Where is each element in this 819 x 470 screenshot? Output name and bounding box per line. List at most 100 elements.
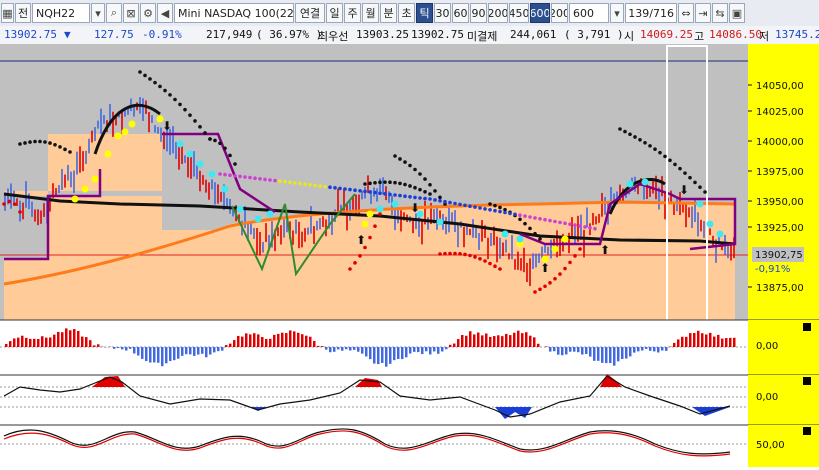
chevron-down-icon: ▾ bbox=[614, 7, 620, 20]
sar-dot-black bbox=[398, 157, 402, 161]
interval-200b[interactable]: 200 bbox=[551, 3, 568, 23]
histogram-bar-up bbox=[709, 333, 712, 347]
ma-dot bbox=[478, 206, 482, 210]
histogram-bar-up bbox=[37, 339, 40, 347]
histogram-bar-up bbox=[269, 339, 272, 347]
ma-dot bbox=[333, 186, 337, 190]
fit-button[interactable]: ⇆ bbox=[712, 3, 728, 23]
histogram-bar-up bbox=[681, 337, 684, 347]
symbol-input[interactable]: NQH22 bbox=[32, 3, 90, 23]
histogram-bar-up bbox=[513, 333, 516, 347]
sar-dot-red bbox=[448, 252, 452, 256]
sar-dot-black bbox=[648, 144, 652, 148]
histogram-bar-up bbox=[677, 339, 680, 347]
histogram-bar-down bbox=[581, 347, 584, 355]
tab-tick[interactable]: 틱 bbox=[416, 3, 433, 23]
sar-dot-black bbox=[638, 138, 642, 142]
sar-dot-red bbox=[498, 267, 502, 271]
sar-dot-black bbox=[523, 222, 527, 226]
histogram-bar-down bbox=[637, 347, 640, 351]
sar-dot-red bbox=[463, 253, 467, 257]
cyan-marker bbox=[187, 151, 194, 158]
sar-dot-black bbox=[683, 171, 687, 175]
symbol-dropdown-button[interactable]: ▾ bbox=[91, 3, 105, 23]
interval-60[interactable]: 60 bbox=[452, 3, 469, 23]
histogram-bar-up bbox=[497, 335, 500, 347]
sar-dot-red bbox=[358, 254, 362, 258]
interval-dropdown-button[interactable]: ▾ bbox=[610, 3, 624, 23]
chart-svg[interactable]: ⬇ ⬇ ⬇ ⬆ ⬆ ⬆ 14050,0014025,0014000,001397… bbox=[0, 44, 819, 467]
histogram-bar-down bbox=[341, 347, 344, 351]
histogram-bar-up bbox=[489, 337, 492, 347]
histogram-bar-up bbox=[469, 331, 472, 347]
histogram-bar-down bbox=[365, 347, 368, 356]
tab-daily[interactable]: 일 bbox=[326, 3, 343, 23]
histogram-bar-down bbox=[153, 347, 156, 362]
sar-dot-black bbox=[183, 108, 187, 112]
tab-second[interactable]: 초 bbox=[398, 3, 415, 23]
ma-dot bbox=[278, 179, 282, 183]
interval-input[interactable]: 600 bbox=[569, 3, 609, 23]
panel-toggle-button[interactable]: ▦ bbox=[1, 3, 14, 23]
sar-dot-black bbox=[533, 232, 537, 236]
sar-dot-black bbox=[418, 188, 422, 192]
bar-count-field[interactable]: 139/716 bbox=[625, 3, 677, 23]
oscillator-axis-tick: 0,00 bbox=[756, 392, 778, 403]
histogram-bar-up bbox=[281, 333, 284, 347]
histogram-bar-down bbox=[201, 347, 204, 354]
cyan-marker bbox=[627, 181, 634, 188]
tab-weekly[interactable]: 주 bbox=[344, 3, 361, 23]
histogram-bar-down bbox=[601, 347, 604, 363]
histogram-bar-down bbox=[129, 347, 132, 349]
histogram-bar-up bbox=[529, 336, 532, 347]
sar-dot-black bbox=[393, 181, 397, 185]
sound-button[interactable]: ◀ bbox=[157, 3, 173, 23]
interval-200[interactable]: 200 bbox=[488, 3, 508, 23]
histogram-bar-up bbox=[65, 328, 68, 347]
histogram-bar-up bbox=[449, 345, 452, 347]
histogram-bar-down bbox=[161, 347, 164, 366]
ma-dot bbox=[588, 226, 592, 230]
restore-button[interactable]: ▣ bbox=[729, 3, 745, 23]
tab-continuous[interactable]: 연결 bbox=[295, 3, 325, 23]
histogram-bar-up bbox=[305, 336, 308, 347]
search-button[interactable]: ⌕ bbox=[106, 3, 122, 23]
histogram-bar-down bbox=[185, 347, 188, 354]
pane-close-button[interactable] bbox=[803, 323, 811, 331]
sar-dot-black bbox=[688, 176, 692, 180]
zoom-out-button[interactable]: ⇥ bbox=[695, 3, 711, 23]
zoom-in-button[interactable]: ⇔ bbox=[678, 3, 694, 23]
interval-30[interactable]: 30 bbox=[434, 3, 451, 23]
ma-dot bbox=[463, 204, 467, 208]
ma-dot bbox=[563, 222, 567, 226]
pane-close-button[interactable] bbox=[803, 427, 811, 435]
tab-monthly[interactable]: 월 bbox=[362, 3, 379, 23]
histogram-bar-down bbox=[445, 347, 448, 349]
interval-450[interactable]: 450 bbox=[509, 3, 529, 23]
interval-90[interactable]: 90 bbox=[470, 3, 487, 23]
ma-dot bbox=[253, 176, 257, 180]
interval-600[interactable]: 600 bbox=[530, 3, 550, 23]
low-label: 저 bbox=[759, 28, 769, 44]
ma-dot bbox=[553, 220, 557, 224]
mode-button[interactable]: 전 bbox=[15, 3, 31, 23]
cyan-marker bbox=[517, 236, 524, 243]
stochastic-pane bbox=[0, 425, 748, 467]
settings-button[interactable]: ⚙ bbox=[140, 3, 156, 23]
histogram-bar-down bbox=[573, 347, 576, 352]
histogram-bar-up bbox=[5, 344, 8, 347]
sar-dot-black bbox=[198, 125, 202, 129]
histogram-bar-down bbox=[329, 347, 332, 352]
histogram-bar-down bbox=[125, 347, 128, 351]
chart-area[interactable]: ⬇ ⬇ ⬇ ⬆ ⬆ ⬆ 14050,0014025,0014000,001397… bbox=[0, 44, 819, 467]
histogram-bar-up bbox=[457, 339, 460, 347]
tab-minute[interactable]: 분 bbox=[380, 3, 397, 23]
cyan-marker bbox=[392, 201, 399, 208]
pane-close-button[interactable] bbox=[803, 377, 811, 385]
histogram-axis-tick: 0,00 bbox=[756, 341, 778, 352]
sar-dot-red bbox=[538, 287, 542, 291]
compare-button[interactable]: ⊠ bbox=[123, 3, 139, 23]
sar-dot-black bbox=[178, 103, 182, 107]
yellow-marker bbox=[552, 246, 559, 253]
sar-dot-black bbox=[188, 113, 192, 117]
